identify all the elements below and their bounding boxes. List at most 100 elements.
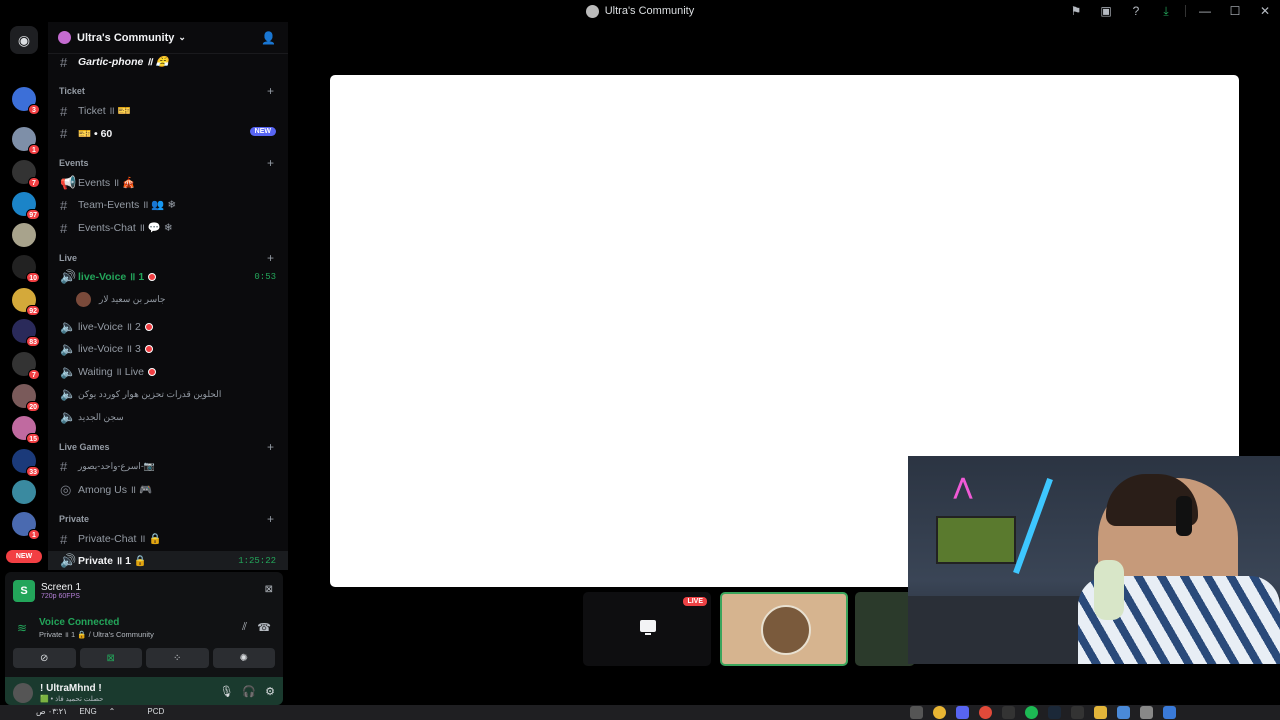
add-channel-icon[interactable]: +: [267, 156, 274, 170]
download-icon[interactable]: ⤓: [1151, 0, 1181, 22]
category-ticket[interactable]: Ticket: [59, 86, 85, 96]
channel-live-voice-3[interactable]: 🔈 live-Voice ॥ 3: [48, 339, 288, 359]
avatar: [761, 605, 811, 655]
noise-suppression-icon[interactable]: ⫽: [242, 621, 247, 634]
server-icon[interactable]: 3: [12, 87, 40, 115]
discord-icon[interactable]: [956, 706, 969, 719]
server-badge: 33: [26, 466, 40, 477]
channel-gartic[interactable]: # Gartic-phone ॥ 😤: [48, 52, 288, 72]
chrome-icon[interactable]: [933, 706, 946, 719]
maximize-icon[interactable]: ☐: [1220, 0, 1250, 22]
server-icon: [58, 31, 71, 44]
folder-icon[interactable]: [1094, 706, 1107, 719]
signal-icon[interactable]: ≋: [17, 621, 27, 635]
avatar[interactable]: [13, 683, 33, 703]
category-live[interactable]: Live: [59, 253, 77, 263]
server-icon[interactable]: 7: [12, 352, 40, 380]
server-icon[interactable]: 20: [12, 384, 40, 412]
add-channel-icon[interactable]: +: [267, 440, 274, 454]
screen-share-icon: S: [13, 580, 35, 602]
server-icon[interactable]: 10: [12, 255, 40, 283]
user-panel: S Screen 1 720p 60FPS ⊠ ≋ Voice Connecte…: [5, 572, 283, 705]
gear-icon[interactable]: ⚙: [265, 685, 275, 698]
window-title: Ultra's Community: [585, 4, 694, 18]
channel-waiting[interactable]: 🔈 Waiting ॥ Live: [48, 362, 288, 382]
participant-tile[interactable]: [720, 592, 848, 666]
channel-arabic-1[interactable]: 🔈 الحلوين قدرات تحزين هوار كوردد يوكن: [48, 384, 288, 404]
server-badge: 83: [26, 336, 40, 347]
category-events[interactable]: Events: [59, 158, 89, 168]
stream-tile[interactable]: LIVE: [583, 592, 711, 666]
app-icon[interactable]: [1117, 706, 1130, 719]
invite-icon[interactable]: 👤: [261, 31, 276, 45]
add-channel-icon[interactable]: +: [267, 512, 274, 526]
channel-private-chat[interactable]: # Private-Chat ॥ 🔒: [48, 529, 288, 549]
channel-tickets60[interactable]: # 🎫 • 60 NEW: [48, 123, 288, 143]
discord-home-icon[interactable]: ◉: [10, 26, 38, 54]
close-icon[interactable]: ✕: [1250, 0, 1280, 22]
clock-app-icon[interactable]: [910, 706, 923, 719]
server-icon[interactable]: 7: [12, 160, 40, 188]
app-icon[interactable]: [1140, 706, 1153, 719]
new-pill[interactable]: NEW: [6, 550, 42, 563]
server-icon[interactable]: 33: [12, 449, 40, 477]
windows-icon[interactable]: [1163, 706, 1176, 719]
channel-events-chat[interactable]: # Events-Chat ॥ 💬 ❄: [48, 218, 288, 238]
channel-live-voice-1[interactable]: 🔊 live-Voice ॥ 1 0:53: [48, 267, 288, 287]
channel-arabic-2[interactable]: 🔈 سجن الجديد: [48, 407, 288, 427]
add-channel-icon[interactable]: +: [267, 251, 274, 265]
user-bar[interactable]: ! UltraMhnd ! 🟩 • حصلت تحميد فاذ 🎙 🎧 ⚙: [5, 677, 283, 705]
disconnect-icon[interactable]: ☎: [257, 621, 271, 634]
server-badge: 10: [26, 272, 40, 283]
camera-off-button[interactable]: ⊘: [13, 648, 76, 668]
server-icon[interactable]: 15: [12, 416, 40, 444]
server-icon[interactable]: [12, 480, 36, 504]
category-live-games[interactable]: Live Games: [59, 442, 110, 452]
category-private[interactable]: Private: [59, 514, 89, 524]
help-icon[interactable]: ?: [1121, 0, 1151, 22]
add-channel-icon[interactable]: +: [267, 84, 274, 98]
epic-games-icon[interactable]: [1002, 706, 1015, 719]
voice-icon: 🔈: [60, 409, 77, 424]
server-icon[interactable]: 1: [12, 512, 40, 540]
microphone-icon[interactable]: 🎙: [219, 685, 233, 698]
channel-events[interactable]: 📢 Events ॥ 🎪: [48, 173, 288, 193]
participant-tile[interactable]: [855, 592, 915, 666]
activities-button[interactable]: ⁘: [146, 648, 209, 668]
channel-among-us[interactable]: ◎ Among Us ॥ 🎮: [48, 480, 288, 500]
server-icon[interactable]: 97: [12, 192, 40, 220]
channel-team-events[interactable]: # Team-Events ॥ 👥 ❄: [48, 195, 288, 215]
minimize-icon[interactable]: —: [1190, 0, 1220, 22]
channel-ticket[interactable]: # Ticket ॥ 🎫: [48, 101, 288, 121]
server-header[interactable]: Ultra's Community ⌄ 👤: [48, 22, 288, 54]
voice-icon: 🔊: [60, 553, 77, 568]
steam-icon[interactable]: [1048, 706, 1061, 719]
stage-icon: ◎: [60, 482, 72, 497]
language-indicator[interactable]: ENG: [79, 707, 96, 716]
channel-arabic-game[interactable]: # اسرع-واحد-يصور-📷: [48, 456, 288, 476]
server-icon[interactable]: 83: [12, 319, 40, 347]
hash-icon: #: [60, 531, 68, 547]
server-badge: 20: [26, 401, 40, 412]
chevron-up-icon[interactable]: ⌃: [109, 707, 116, 716]
server-icon[interactable]: [12, 223, 36, 247]
voice-user[interactable]: جاسر بن سعيد لار: [76, 290, 165, 308]
server-icon[interactable]: 1: [12, 127, 40, 155]
channel-private-voice[interactable]: 🔊 Private ॥ 1 🔒 1:25:22: [48, 551, 288, 570]
stop-stream-icon[interactable]: ⊠: [265, 584, 273, 595]
server-icon[interactable]: 92: [12, 288, 40, 316]
epic-games-icon[interactable]: [1071, 706, 1084, 719]
tray-label[interactable]: PCD: [147, 707, 164, 716]
headset-icon[interactable]: 🎧: [242, 685, 256, 698]
server-badge: 15: [26, 433, 40, 444]
server-badge: 7: [28, 177, 40, 188]
clock[interactable]: ٠٣:٢١ ص: [36, 707, 67, 716]
screen-icon[interactable]: ▣: [1091, 0, 1121, 22]
spotify-icon[interactable]: [1025, 706, 1038, 719]
screen-share-status[interactable]: S Screen 1 720p 60FPS ⊠: [13, 578, 275, 604]
channel-live-voice-2[interactable]: 🔈 live-Voice ॥ 2: [48, 317, 288, 337]
screen-share-button[interactable]: ⊠: [79, 648, 142, 668]
chrome-icon[interactable]: [979, 706, 992, 719]
soundboard-button[interactable]: ✺: [212, 648, 275, 668]
flag-icon[interactable]: ⚑: [1061, 0, 1091, 22]
